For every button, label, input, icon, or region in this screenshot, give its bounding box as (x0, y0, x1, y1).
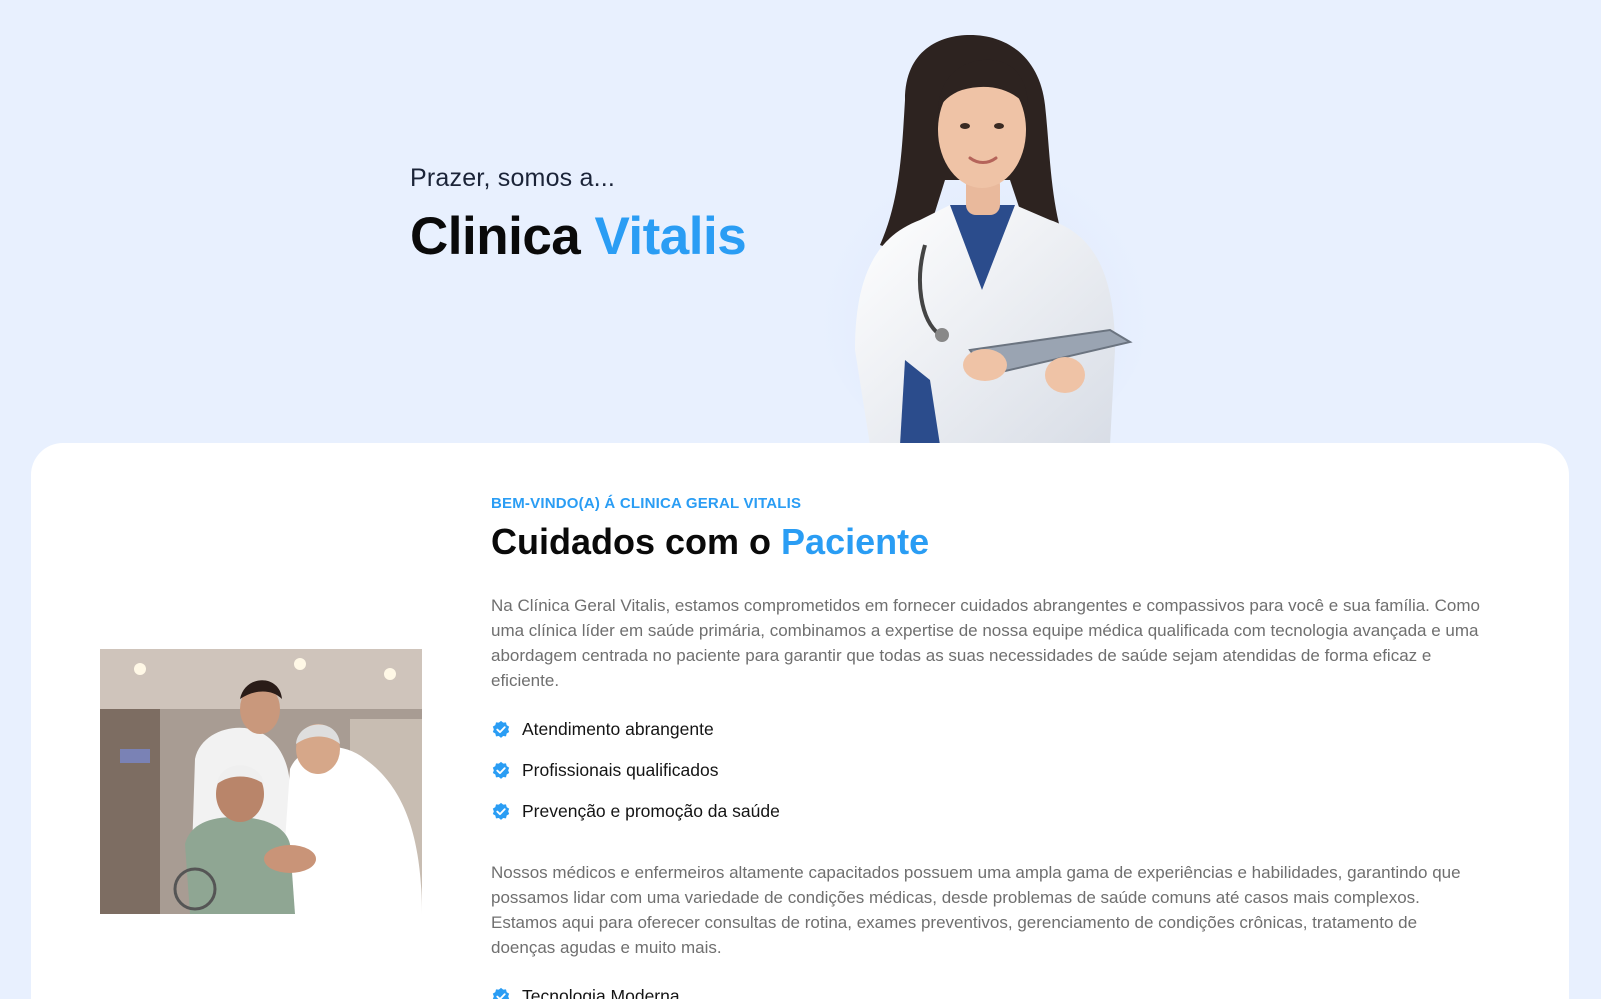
feature-list-primary: Atendimento abrangente Profissionais qua… (491, 709, 1491, 832)
hero-intro-text: Prazer, somos a... (410, 164, 616, 192)
feature-label: Tecnologia Moderna (522, 986, 680, 999)
hero-title: Clinica Vitalis (410, 206, 747, 267)
verified-check-icon (492, 987, 510, 999)
feature-label: Prevenção e promoção da saúde (522, 801, 780, 821)
section-title-main: Cuidados com o (491, 521, 772, 562)
about-content: BEM-VINDO(A) Á CLINICA GERAL VITALIS Cui… (491, 495, 1491, 999)
hero-section: Prazer, somos a... Clinica Vitalis (0, 0, 1601, 445)
feature-list-secondary: Tecnologia Moderna (491, 976, 1491, 999)
feature-label: Atendimento abrangente (522, 719, 714, 739)
section-title: Cuidados com o Paciente (491, 521, 1491, 563)
feature-item: Prevenção e promoção da saúde (491, 791, 1491, 832)
feature-item: Tecnologia Moderna (491, 976, 1491, 999)
hero-title-main: Clinica (410, 207, 581, 266)
intro-paragraph: Na Clínica Geral Vitalis, estamos compro… (491, 596, 1480, 690)
verified-check-icon (492, 802, 510, 820)
hero-title-accent: Vitalis (594, 207, 747, 266)
doctor-portrait-image (815, 35, 1155, 445)
section-title-accent: Paciente (781, 521, 930, 562)
verified-check-icon (492, 720, 510, 738)
feature-item: Atendimento abrangente (491, 709, 1491, 750)
feature-label: Profissionais qualificados (522, 760, 719, 780)
section-eyebrow: BEM-VINDO(A) Á CLINICA GERAL VITALIS (491, 495, 802, 512)
doctors-with-patient-photo (100, 649, 422, 914)
team-paragraph: Nossos médicos e enfermeiros altamente c… (491, 863, 1461, 957)
verified-check-icon (492, 761, 510, 779)
feature-item: Profissionais qualificados (491, 750, 1491, 791)
